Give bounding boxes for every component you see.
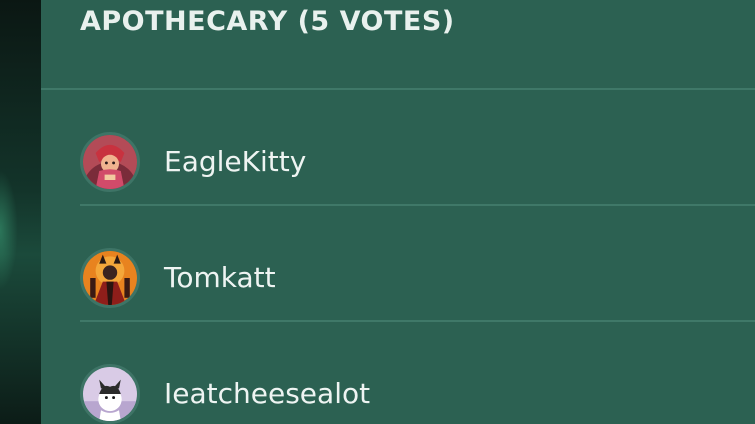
- voter-name[interactable]: Ieatcheesealot: [164, 377, 370, 410]
- voters-panel: APOTHECARY (5 VOTES) EagleKitty Tomkatt …: [41, 0, 755, 424]
- ieatcheesealot-avatar-icon[interactable]: [80, 364, 140, 424]
- voter-row[interactable]: Ieatcheesealot: [80, 322, 755, 424]
- voter-row[interactable]: Tomkatt: [80, 206, 755, 322]
- tomkatt-avatar-icon[interactable]: [80, 248, 140, 308]
- voter-name[interactable]: EagleKitty: [164, 145, 306, 178]
- voter-name[interactable]: Tomkatt: [164, 261, 276, 294]
- vote-breakdown-screen: APOTHECARY (5 VOTES) EagleKitty Tomkatt …: [0, 0, 755, 424]
- poll-option-title: APOTHECARY (5 VOTES): [80, 6, 455, 37]
- poll-option-header: APOTHECARY (5 VOTES): [41, 0, 755, 90]
- background-artwork: [0, 0, 41, 424]
- voter-list: EagleKitty Tomkatt Ieatcheesealot: [41, 90, 755, 424]
- voter-row[interactable]: EagleKitty: [80, 90, 755, 206]
- background-glow: [0, 170, 18, 290]
- eaglekitty-avatar-icon[interactable]: [80, 132, 140, 192]
